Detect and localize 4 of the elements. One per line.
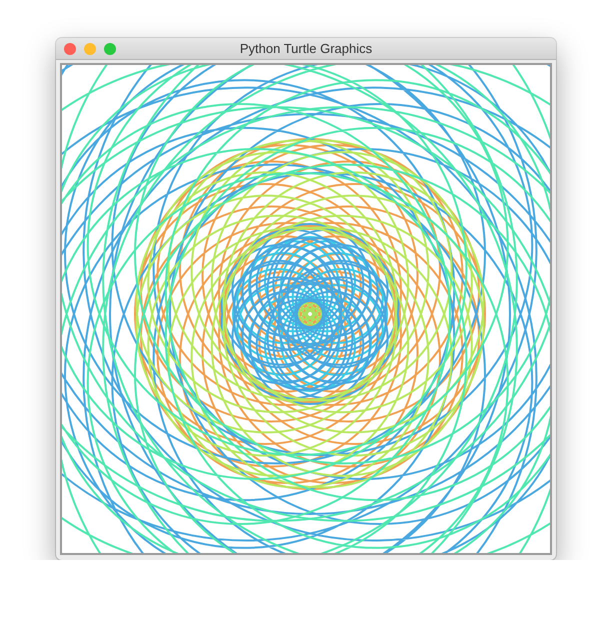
zoom-button[interactable] [104, 42, 116, 54]
close-button[interactable] [64, 42, 76, 54]
minimize-button[interactable] [84, 42, 96, 54]
window-title: Python Turtle Graphics [240, 40, 372, 58]
